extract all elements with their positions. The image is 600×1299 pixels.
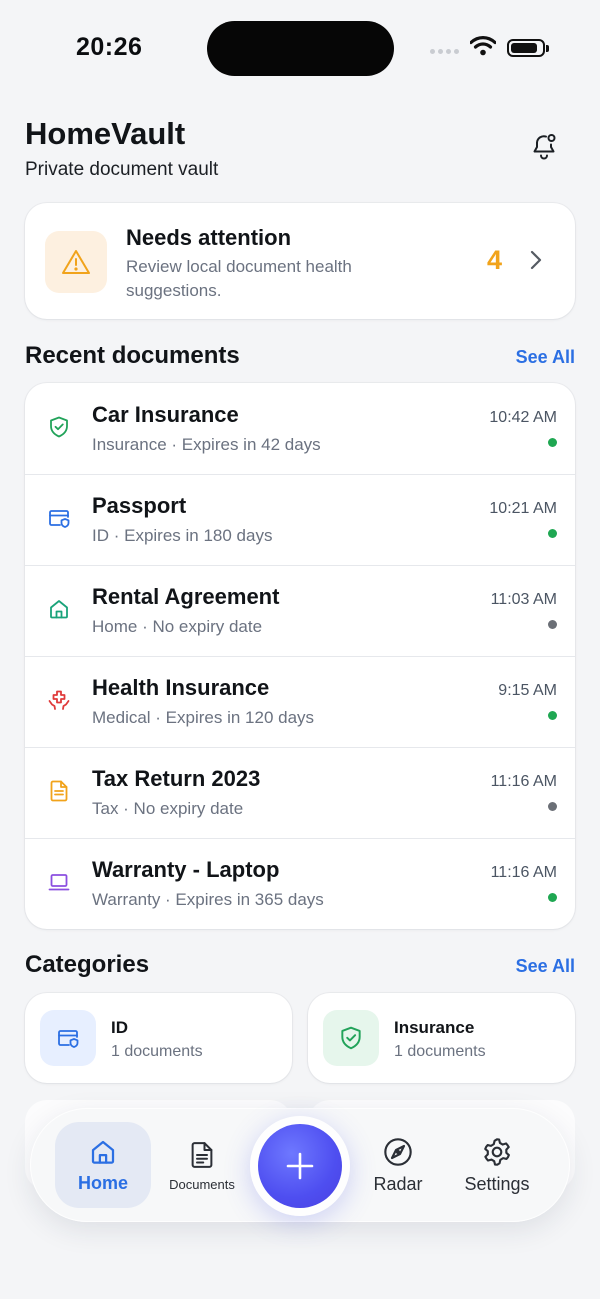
document-meta: Warranty · Expires in 365 days bbox=[92, 890, 324, 909]
document-meta: Tax · No expiry date bbox=[92, 799, 244, 818]
recent-documents-title: Recent documents bbox=[25, 342, 240, 369]
status-dot bbox=[548, 711, 557, 720]
id-card-icon bbox=[47, 506, 71, 530]
bell-icon bbox=[533, 134, 556, 160]
category-name: Insurance bbox=[394, 1018, 475, 1037]
recent-see-all-link[interactable]: See All bbox=[516, 347, 575, 368]
home-icon bbox=[47, 597, 71, 621]
attention-description: Review local document health suggestions… bbox=[126, 257, 352, 300]
laptop-icon bbox=[47, 870, 71, 894]
document-meta: ID · Expires in 180 days bbox=[92, 526, 273, 545]
category-count: 1 documents bbox=[111, 1043, 203, 1060]
document-row[interactable]: Health Insurance Medical · Expires in 12… bbox=[25, 656, 575, 747]
battery-level bbox=[511, 43, 537, 53]
attention-icon-tile bbox=[45, 231, 107, 293]
tab-radar[interactable]: Radar bbox=[358, 1122, 438, 1208]
tab-settings[interactable]: Settings bbox=[452, 1122, 542, 1208]
status-dot bbox=[548, 802, 557, 811]
category-card-insurance[interactable]: Insurance 1 documents bbox=[308, 993, 575, 1083]
category-count: 1 documents bbox=[394, 1043, 486, 1060]
medical-hands-icon bbox=[47, 688, 71, 712]
category-card-id[interactable]: ID 1 documents bbox=[25, 993, 292, 1083]
document-name: Passport bbox=[92, 493, 187, 518]
document-time: 11:03 AM bbox=[490, 591, 557, 608]
status-dot bbox=[548, 438, 557, 447]
document-row[interactable]: Tax Return 2023 Tax · No expiry date 11:… bbox=[25, 747, 575, 838]
tab-documents-label: Documents bbox=[169, 1176, 235, 1192]
add-document-button[interactable] bbox=[258, 1124, 342, 1208]
document-name: Health Insurance bbox=[92, 675, 270, 700]
document-icon bbox=[47, 779, 71, 803]
dynamic-island bbox=[207, 21, 394, 76]
app-subtitle: Private document vault bbox=[25, 159, 219, 180]
categories-see-all-link[interactable]: See All bbox=[516, 956, 575, 977]
plus-icon bbox=[286, 1152, 314, 1180]
app-title: HomeVault bbox=[25, 116, 186, 151]
tab-documents[interactable]: Documents bbox=[158, 1122, 246, 1208]
shield-check-icon bbox=[341, 1026, 361, 1050]
document-icon bbox=[191, 1141, 213, 1168]
document-row[interactable]: Rental Agreement Home · No expiry date 1… bbox=[25, 565, 575, 656]
document-time: 10:42 AM bbox=[489, 409, 557, 426]
document-row[interactable]: Car Insurance Insurance · Expires in 42 … bbox=[25, 383, 575, 474]
shield-check-icon bbox=[47, 415, 71, 439]
warning-triangle-icon bbox=[62, 250, 90, 274]
category-icon-tile bbox=[323, 1010, 379, 1066]
attention-count-badge: 4 bbox=[487, 245, 503, 275]
document-meta: Insurance · Expires in 42 days bbox=[92, 435, 321, 454]
status-dot bbox=[548, 529, 557, 538]
needs-attention-card[interactable]: Needs attention Review local document he… bbox=[25, 203, 575, 319]
recent-documents-list: Car Insurance Insurance · Expires in 42 … bbox=[25, 383, 575, 929]
document-row[interactable]: Passport ID · Expires in 180 days 10:21 … bbox=[25, 474, 575, 565]
document-name: Rental Agreement bbox=[92, 584, 280, 609]
status-bar: 20:26 bbox=[0, 0, 600, 96]
document-name: Warranty - Laptop bbox=[92, 857, 280, 882]
document-name: Tax Return 2023 bbox=[92, 766, 261, 791]
cellular-signal-icon bbox=[430, 46, 460, 56]
compass-icon bbox=[384, 1137, 412, 1166]
document-time: 11:16 AM bbox=[490, 773, 557, 790]
category-icon-tile bbox=[40, 1010, 96, 1066]
attention-title: Needs attention bbox=[126, 225, 292, 250]
category-name: ID bbox=[111, 1018, 128, 1037]
tab-home[interactable]: Home bbox=[55, 1122, 151, 1208]
notifications-button[interactable] bbox=[524, 126, 564, 166]
id-card-icon bbox=[58, 1030, 79, 1048]
categories-title: Categories bbox=[25, 951, 150, 978]
document-time: 11:16 AM bbox=[490, 864, 557, 881]
document-time: 9:15 AM bbox=[498, 682, 557, 699]
document-meta: Home · No expiry date bbox=[92, 617, 263, 636]
wifi-icon bbox=[470, 36, 496, 56]
chevron-right-icon bbox=[530, 250, 542, 270]
tab-home-label: Home bbox=[77, 1172, 128, 1193]
gear-icon bbox=[484, 1137, 510, 1166]
tab-settings-label: Settings bbox=[464, 1173, 530, 1194]
status-dot bbox=[548, 620, 557, 629]
document-time: 10:21 AM bbox=[489, 500, 557, 517]
tab-radar-label: Radar bbox=[373, 1173, 423, 1194]
home-screen: 20:26 HomeVault Private document vault N… bbox=[0, 0, 600, 1299]
status-time: 20:26 bbox=[76, 33, 143, 61]
battery-icon bbox=[507, 39, 549, 57]
document-row[interactable]: Warranty - Laptop Warranty · Expires in … bbox=[25, 838, 575, 929]
home-icon bbox=[91, 1140, 115, 1164]
document-meta: Medical · Expires in 120 days bbox=[92, 708, 315, 727]
status-dot bbox=[548, 893, 557, 902]
document-name: Car Insurance bbox=[92, 402, 239, 427]
